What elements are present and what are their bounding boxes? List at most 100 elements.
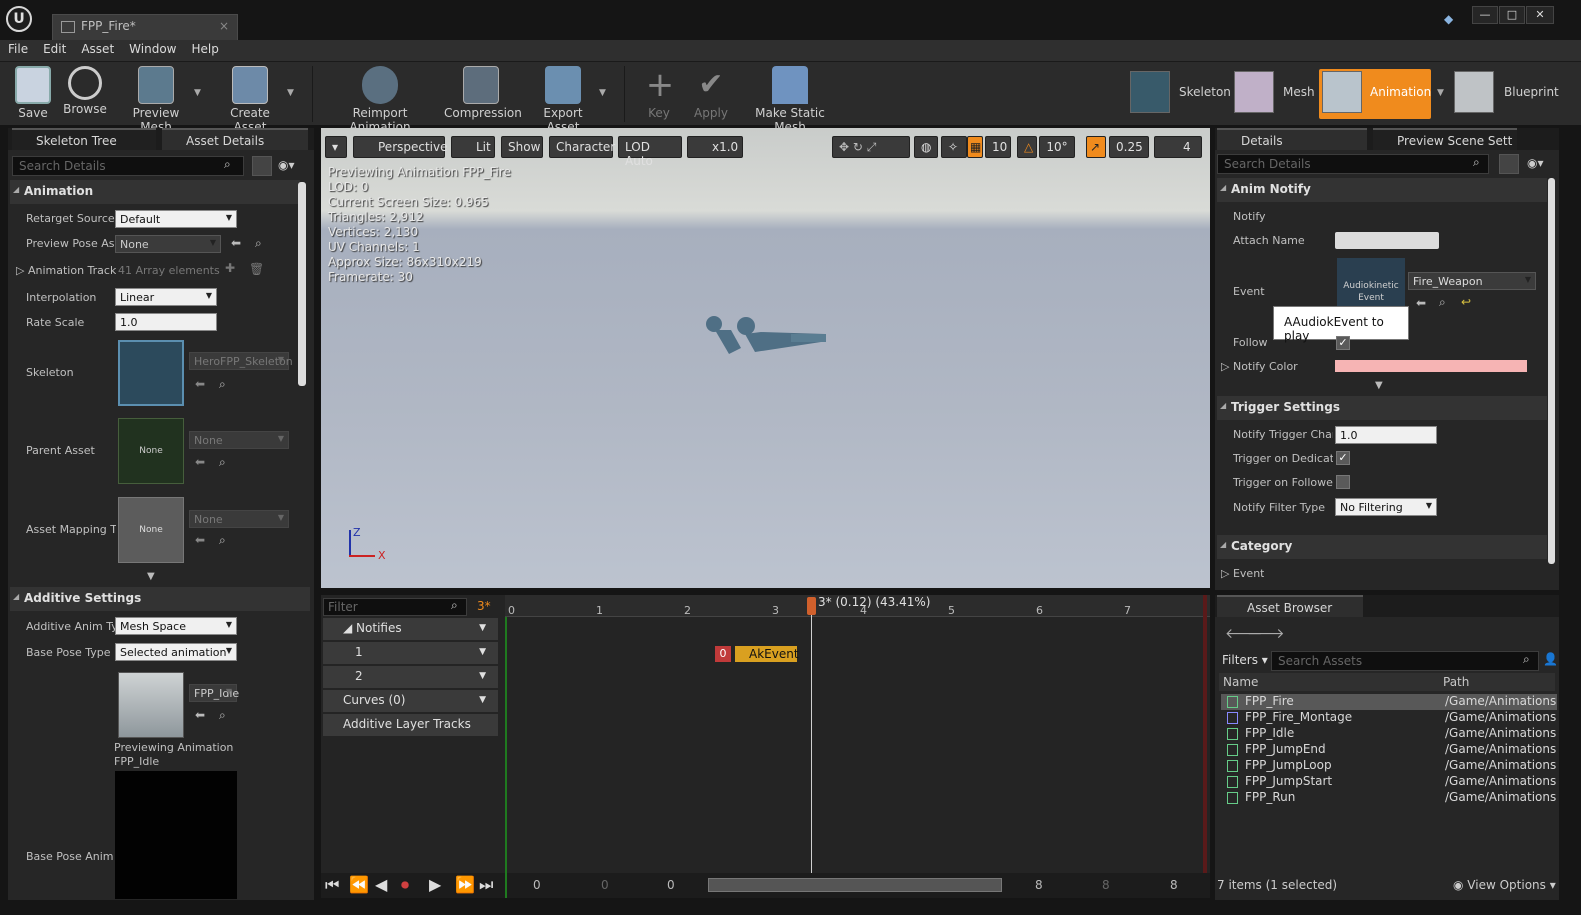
details-eye-icon[interactable]: ◉▾ [1527, 156, 1544, 170]
character-mesh[interactable] [701, 308, 841, 368]
scrub-handle[interactable] [807, 597, 816, 615]
eye-icon[interactable]: ◉▾ [278, 158, 295, 172]
asset-mapping-browse-icon[interactable]: ⌕ [219, 533, 226, 548]
view-options-grid-icon[interactable] [252, 156, 272, 176]
save-button[interactable]: Save [10, 66, 56, 120]
trigger-settings-section-header[interactable]: Trigger Settings [1217, 396, 1547, 420]
parent-asset-thumbnail[interactable]: None [118, 418, 184, 484]
play-icon[interactable]: ▶ [429, 875, 441, 894]
filter-type-combo[interactable]: No Filtering [1335, 498, 1437, 516]
parent-asset-browse-icon[interactable]: ⌕ [219, 455, 226, 470]
browse-button[interactable]: Browse [62, 66, 108, 116]
mode-animation-button[interactable]: Animation [1319, 69, 1431, 119]
camera-speed-button[interactable]: 4 [1154, 136, 1202, 158]
delete-icon[interactable]: 🗑 [249, 262, 264, 276]
tab-asset-details[interactable]: Asset Details [162, 128, 308, 150]
preview-mesh-dropdown-icon[interactable]: ▼ [194, 88, 201, 98]
tab-details[interactable]: Details [1217, 128, 1367, 150]
step-forward-icon[interactable]: ⏩ [455, 875, 475, 894]
tab-preview-scene[interactable]: Preview Scene Sett [1373, 128, 1517, 150]
asset-search-input[interactable]: Search Assets [1271, 651, 1539, 671]
timeline-filter-input[interactable]: Filter [323, 598, 467, 616]
transform-tools[interactable]: ✥ ↻ ⤢ [832, 136, 910, 158]
skeleton-combo[interactable]: HeroFPP_Skeleton [189, 352, 293, 370]
akevent-notify[interactable]: AkEvent [735, 646, 799, 662]
mode-mesh-button[interactable]: Mesh [1234, 69, 1315, 119]
maximize-button[interactable]: □ [1499, 6, 1525, 24]
browse-magnifier-icon[interactable]: ⌕ [255, 236, 262, 251]
asset-row[interactable]: FPP_JumpEnd/Game/Animations [1221, 742, 1557, 758]
asset-row[interactable]: FPP_Idle/Game/Animations [1221, 726, 1557, 742]
use-selected-arrow-icon[interactable]: ⬅ [231, 236, 241, 250]
grid-snap-icon[interactable]: ▦ [967, 136, 983, 158]
unreal-logo-icon[interactable]: U [6, 6, 32, 32]
attach-name-input[interactable] [1335, 232, 1439, 249]
skip-to-start-icon[interactable]: ⏮ [325, 875, 339, 895]
tab-skeleton-tree[interactable]: Skeleton Tree [12, 128, 156, 150]
apply-button[interactable]: ✔ Apply [692, 66, 730, 120]
view-range-start[interactable]: 0 [533, 878, 541, 892]
close-tab-icon[interactable]: × [219, 19, 229, 33]
track-additive-layer[interactable]: Additive Layer Tracks [323, 714, 498, 736]
skeleton-thumbnail[interactable] [118, 340, 184, 406]
grid-snap-value[interactable]: 10 [985, 136, 1011, 158]
details-search-input[interactable]: Search Details [1217, 154, 1489, 174]
preview-pose-combo[interactable]: None [115, 235, 221, 253]
rotation-snap-value[interactable]: 10° [1039, 136, 1075, 158]
view-range-end[interactable]: 8 [1170, 878, 1178, 892]
event-browse-icon[interactable]: ⌕ [1439, 295, 1446, 310]
retarget-source-combo[interactable]: Default [115, 210, 237, 228]
asset-row[interactable]: FPP_Run/Game/Animations [1221, 790, 1557, 806]
show-button[interactable]: Show [501, 136, 543, 158]
parent-asset-use-selected-icon[interactable]: ⬅ [195, 455, 205, 469]
category-section-header[interactable]: Category [1217, 535, 1547, 559]
compression-button[interactable]: Compression [444, 66, 522, 120]
close-window-button[interactable]: ✕ [1526, 6, 1554, 24]
notify-color-swatch[interactable] [1335, 360, 1527, 372]
step-back-icon[interactable]: ⏪ [349, 875, 369, 894]
skeleton-use-selected-icon[interactable]: ⬅ [195, 377, 205, 391]
preview-mesh-button[interactable]: Preview Mesh [116, 66, 196, 134]
rate-scale-input[interactable]: 1.0 [115, 313, 217, 331]
play-range-end[interactable]: 8 [1035, 878, 1043, 892]
menu-asset[interactable]: Asset [73, 40, 121, 56]
track-notifies[interactable]: ◢ Notifies ▼ [323, 618, 498, 640]
base-pose-use-selected-icon[interactable]: ⬅ [195, 708, 205, 722]
document-tab[interactable]: FPP_Fire* × [52, 14, 238, 40]
perspective-button[interactable]: Perspective [353, 136, 448, 158]
asset-row[interactable]: FPP_JumpStart/Game/Animations [1221, 774, 1557, 790]
make-static-mesh-button[interactable]: Make Static Mesh [742, 66, 838, 134]
menu-file[interactable]: File [0, 40, 35, 56]
record-icon[interactable]: ⏺ [401, 875, 409, 895]
export-asset-button[interactable]: Export Asset [527, 66, 599, 134]
working-range-end[interactable]: 8 [1102, 878, 1110, 892]
asset-row[interactable]: FPP_Fire_Montage/Game/Animations [1221, 710, 1557, 726]
menu-help[interactable]: Help [183, 40, 225, 56]
event-reset-icon[interactable]: ↩ [1461, 295, 1471, 309]
base-pose-preview-viewport[interactable] [115, 771, 237, 899]
track-curves[interactable]: Curves (0) ▼ [323, 690, 498, 712]
menu-edit[interactable]: Edit [35, 40, 73, 56]
surface-snap-icon[interactable]: ✧ [941, 136, 967, 158]
key-button[interactable]: + Key [642, 66, 676, 120]
play-range-start[interactable]: 0 [667, 878, 675, 892]
parent-asset-combo[interactable]: None [189, 431, 289, 449]
base-pose-type-combo[interactable]: Selected animation [115, 643, 237, 661]
expand-advanced-details-icon[interactable]: ▼ [1375, 380, 1383, 391]
event-use-selected-icon[interactable]: ⬅ [1416, 296, 1426, 310]
asset-mapping-combo[interactable]: None [189, 510, 289, 528]
interpolation-combo[interactable]: Linear [115, 288, 217, 306]
animation-section-header[interactable]: Animation [10, 180, 300, 204]
playback-speed-button[interactable]: x1.0 [687, 136, 743, 158]
expand-advanced-icon[interactable]: ▼ [147, 571, 155, 582]
details-scrollbar[interactable] [1548, 178, 1555, 564]
mode-dropdown-icon[interactable]: ▼ [1437, 88, 1444, 98]
asset-mapping-use-selected-icon[interactable]: ⬅ [195, 533, 205, 547]
skeleton-browse-icon[interactable]: ⌕ [219, 377, 226, 392]
feedback-icon[interactable]: ◆ [1444, 12, 1453, 26]
trigger-chance-input[interactable]: 1.0 [1335, 426, 1437, 444]
create-asset-dropdown-icon[interactable]: ▼ [287, 88, 294, 98]
character-button[interactable]: Character [549, 136, 615, 158]
track-2[interactable]: 2 ▼ [323, 666, 498, 688]
viewport-options-dropdown[interactable]: ▾ [325, 136, 347, 158]
